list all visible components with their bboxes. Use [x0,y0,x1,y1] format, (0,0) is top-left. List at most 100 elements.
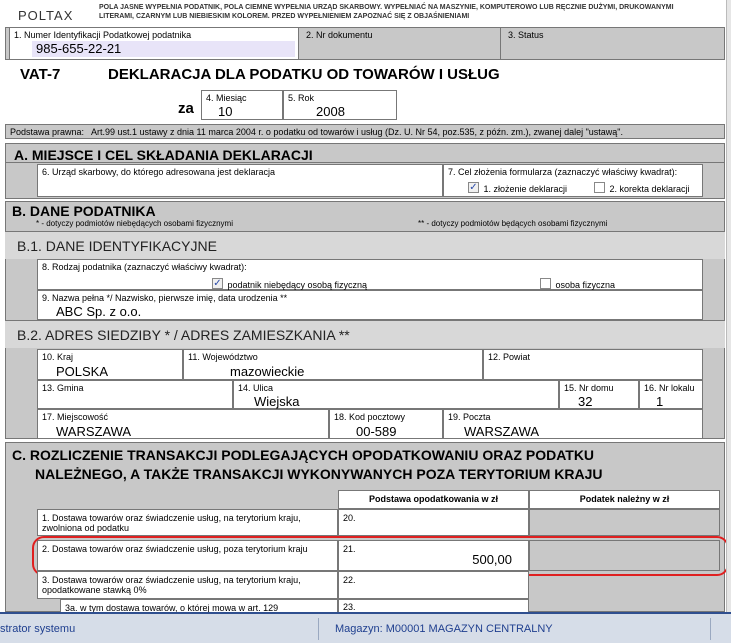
checkbox-checked-icon[interactable]: ✓ [468,182,479,194]
post-office-value[interactable]: WARSZAWA [464,425,539,439]
row-label: 1. Dostawa towarów oraz świadczenie usłu… [42,513,301,533]
section-a-title: A. MIEJSCE I CEL SKŁADANIA DEKLARACJI [14,147,313,163]
section-a-divider [5,162,725,163]
section-c-title-line-1: C. ROZLICZENIE TRANSAKCJI PODLEGAJĄCYCH … [12,447,595,463]
full-name-label: 9. Nazwa pełna */ Nazwisko, pierwsze imi… [42,293,288,303]
status-divider [710,618,711,640]
taxpayer-type-field: 8. Rodzaj podatnika (zaznaczyć właściwy … [37,259,703,290]
form-instructions: POLA JASNE WYPEŁNIA PODATNIK, POLA CIEMN… [99,4,674,20]
status-divider [318,618,319,640]
nip-label: 1. Numer Identyfikacji Podatkowej podatn… [14,30,192,40]
street-field[interactable]: 14. Ulica Wiejska [233,380,559,409]
province-label: 11. Województwo [188,352,258,362]
za-label: za [178,100,194,117]
purpose-option-2[interactable]: 2. korekta deklaracji [594,179,690,197]
vertical-scrollbar[interactable] [726,0,731,612]
section-c-title-line-2: NALEŻNEGO, A TAKŻE TRANSAKCJI WYKONYWANY… [35,466,603,482]
postcode-value[interactable]: 00-589 [356,425,396,439]
country-value[interactable]: POLSKA [56,365,108,379]
full-name-value[interactable]: ABC Sp. z o.o. [56,305,141,319]
street-label: 14. Ulica [238,383,274,393]
field-number: 23. [343,602,356,612]
section-c-title: C. ROZLICZENIE TRANSAKCJI PODLEGAJĄCYCH … [12,446,603,484]
country-label: 10. Kraj [42,352,74,362]
flat-no-field[interactable]: 16. Nr lokalu 1 [639,380,703,409]
commune-label: 13. Gmina [42,383,84,393]
taxpayer-type-label: 8. Rodzaj podatnika (zaznaczyć właściwy … [42,262,247,272]
street-value[interactable]: Wiejska [254,395,300,409]
county-label: 12. Powiat [488,352,531,362]
base-amount-field[interactable]: 22. [338,571,529,599]
province-value[interactable]: mazowieckie [230,365,304,379]
section-b-note-2: ** - dotyczy podmiotów będących osobami … [418,219,608,228]
form-title: DEKLARACJA DLA PODATKU OD TOWARÓW I USŁU… [108,66,500,83]
purpose-field: 7. Cel złożenia formularza (zaznaczyć wł… [443,164,703,197]
city-value[interactable]: WARSZAWA [56,425,131,439]
status-user: strator systemu [0,623,76,635]
city-label: 17. Miejscowość [42,412,109,422]
province-field[interactable]: 11. Województwo mazowieckie [183,349,483,380]
column-header-base: Podstawa opodatkowania w zł [338,490,529,509]
post-office-field[interactable]: 19. Poczta WARSZAWA [443,409,703,439]
b2-header: B.2. ADRES SIEDZIBY * / ADRES ZAMIESZKAN… [5,320,725,348]
legal-basis-label: Podstawa prawna: [10,127,85,137]
house-no-field[interactable]: 15. Nr domu 32 [559,380,639,409]
purpose-label: 7. Cel złożenia formularza (zaznaczyć wł… [448,167,678,177]
column-header-base-label: Podstawa opodatkowania w zł [368,494,499,504]
tax-office-field[interactable]: 6. Urząd skarbowy, do którego adresowana… [37,164,443,197]
tax-amount-disabled [529,509,720,536]
checkbox-checked-icon[interactable]: ✓ [212,278,223,290]
flat-no-label: 16. Nr lokalu [644,383,695,393]
checkbox-empty-icon[interactable] [540,278,551,290]
legal-basis-row: Podstawa prawna: Art.99 ust.1 ustawy z d… [5,124,725,139]
nip-field[interactable]: 1. Numer Identyfikacji Podatkowej podatn… [9,27,299,60]
county-field[interactable]: 12. Powiat [483,349,703,380]
header-divider [500,27,501,60]
month-label: 4. Miesiąc [206,93,247,103]
field-number: 20. [343,513,356,523]
checkbox-empty-icon[interactable] [594,182,605,194]
country-field[interactable]: 10. Kraj POLSKA [37,349,183,380]
purpose-option-2-label: 2. korekta deklaracji [609,184,690,194]
year-field[interactable]: 5. Rok 2008 [283,90,397,120]
nip-value[interactable]: 985-655-22-21 [32,41,295,57]
doc-no-label: 2. Nr dokumentu [306,30,373,40]
postcode-field[interactable]: 18. Kod pocztowy 00-589 [329,409,443,439]
base-amount-field[interactable]: 23. [338,599,529,613]
house-no-label: 15. Nr domu [564,383,614,393]
post-office-label: 19. Poczta [448,412,491,422]
month-field[interactable]: 4. Miesiąc 10 [201,90,283,120]
postcode-label: 18. Kod pocztowy [334,412,406,422]
section-b-title: B. DANE PODATNIKA [12,203,156,219]
table-row: 1. Dostawa towarów oraz świadczenie usłu… [37,509,338,536]
poltax-logo: POLTAX [18,8,74,23]
year-value[interactable]: 2008 [316,105,345,119]
tax-office-label: 6. Urząd skarbowy, do którego adresowana… [42,167,275,177]
status-bar: strator systemu Magazyn: M00001 MAGAZYN … [0,612,731,643]
highlight-annotation [32,536,729,576]
field-number: 22. [343,575,356,585]
year-label: 5. Rok [288,93,315,103]
table-row: 3a. w tym dostawa towarów, o której mowa… [60,599,338,613]
flat-no-value[interactable]: 1 [656,395,663,409]
taxpayer-type-option-1-label: podatnik niebędący osobą fizyczną [227,280,368,290]
legal-basis-text: Art.99 ust.1 ustawy z dnia 11 marca 2004… [91,127,623,137]
section-b-note-1: * - dotyczy podmiotów niebędących osobam… [36,219,233,228]
commune-field[interactable]: 13. Gmina [37,380,233,409]
column-header-tax: Podatek należny w zł [529,490,720,509]
column-header-tax-label: Podatek należny w zł [579,494,670,504]
status-warehouse: Magazyn: M00001 MAGAZYN CENTRALNY [335,623,553,635]
house-no-value[interactable]: 32 [578,395,592,409]
b1-title: B.1. DANE IDENTYFIKACYJNE [17,238,217,254]
row-label: 3. Dostawa towarów oraz świadczenie usłu… [42,575,301,595]
b2-title: B.2. ADRES SIEDZIBY * / ADRES ZAMIESZKAN… [17,327,350,343]
taxpayer-type-option-2-label: osoba fizyczna [555,280,615,290]
base-amount-field[interactable]: 20. [338,509,529,536]
b1-header: B.1. DANE IDENTYFIKACYJNE [5,231,725,259]
status-label: 3. Status [508,30,544,40]
full-name-field[interactable]: 9. Nazwa pełna */ Nazwisko, pierwsze imi… [37,290,703,320]
table-row: 3. Dostawa towarów oraz świadczenie usłu… [37,571,338,599]
purpose-option-1[interactable]: ✓ 1. złożenie deklaracji [468,179,567,197]
month-value[interactable]: 10 [218,105,232,119]
city-field[interactable]: 17. Miejscowość WARSZAWA [37,409,329,439]
